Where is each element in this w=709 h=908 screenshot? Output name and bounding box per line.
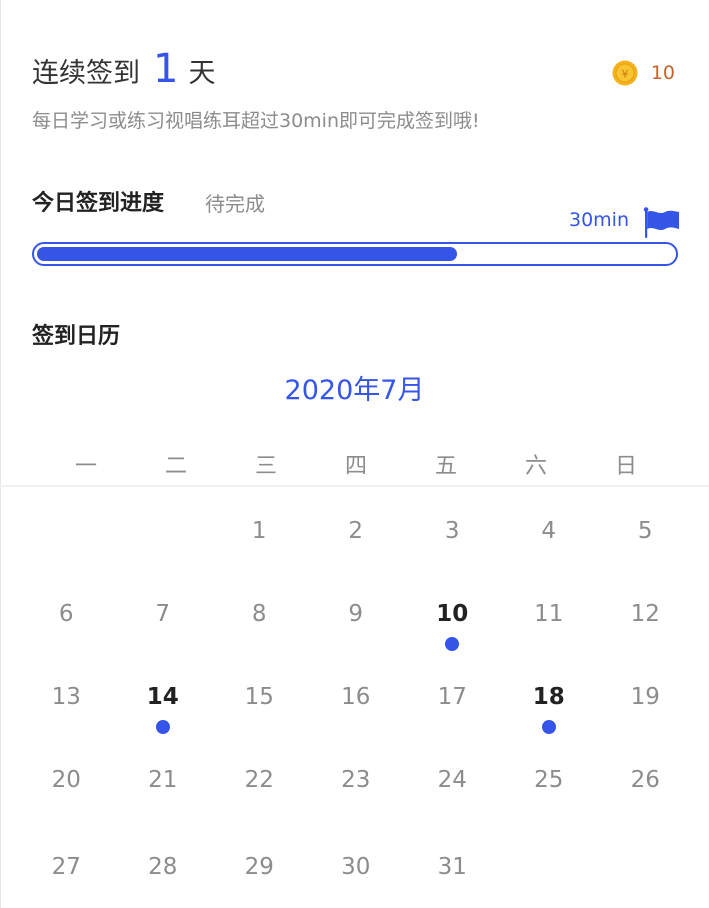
day-number: 26: [630, 767, 660, 793]
day-number: 18: [532, 684, 565, 710]
day-number: 16: [341, 684, 371, 710]
day-cell[interactable]: 13: [18, 671, 115, 754]
calendar-month-label: 2020年7月: [284, 375, 425, 406]
streak-suffix: 天: [188, 58, 216, 89]
day-number: 17: [437, 684, 467, 710]
weekday-header: 一二三四五六日: [41, 448, 671, 480]
day-number: 11: [534, 601, 564, 627]
day-number: 25: [534, 767, 564, 793]
day-number: 13: [51, 684, 81, 710]
day-cell[interactable]: 22: [211, 754, 308, 841]
day-cell[interactable]: 27: [18, 841, 115, 893]
day-cell[interactable]: 21: [115, 754, 212, 841]
weekday-label: 五: [434, 454, 457, 479]
weekday-label: 六: [524, 454, 547, 479]
day-number: 8: [251, 601, 267, 627]
day-number: 27: [51, 854, 81, 880]
weekday-label: 日: [614, 454, 637, 479]
day-cell[interactable]: 30: [308, 841, 405, 893]
day-cell[interactable]: 24: [404, 754, 501, 841]
day-cell[interactable]: 1: [211, 505, 308, 588]
day-number: 24: [437, 767, 467, 793]
day-cell[interactable]: 29: [211, 841, 308, 893]
weekday-divider: [0, 485, 709, 487]
progress-bar-fill: [37, 247, 457, 261]
day-number: 31: [437, 854, 467, 880]
day-cell[interactable]: 23: [308, 754, 405, 841]
day-number: 4: [541, 518, 557, 544]
day-cell[interactable]: 19: [597, 671, 694, 754]
day-cell[interactable]: 31: [404, 841, 501, 893]
coin-balance[interactable]: ¥ 10: [612, 60, 675, 86]
weekday-label: 一: [74, 454, 97, 479]
day-cell[interactable]: 26: [597, 754, 694, 841]
coin-count: 10: [650, 62, 675, 84]
weekday-label: 二: [164, 454, 187, 479]
day-number: 28: [148, 854, 178, 880]
day-cell[interactable]: 11: [501, 588, 598, 671]
flag-icon: [643, 207, 679, 238]
progress-bar: [32, 242, 678, 266]
day-cell[interactable]: 14: [115, 671, 212, 754]
day-cell[interactable]: 8: [211, 588, 308, 671]
streak-count: 1: [153, 46, 179, 92]
day-cell-empty: [115, 505, 212, 588]
weekday-label: 四: [344, 454, 367, 479]
day-cell[interactable]: 6: [18, 588, 115, 671]
day-cell[interactable]: 9: [308, 588, 405, 671]
day-number: 19: [630, 684, 660, 710]
coin-icon: ¥: [612, 60, 638, 86]
day-number: 3: [444, 518, 460, 544]
day-cell[interactable]: 25: [501, 754, 598, 841]
weekday-label: 三: [254, 454, 277, 479]
day-cell[interactable]: 4: [501, 505, 598, 588]
day-cell[interactable]: 5: [597, 505, 694, 588]
streak-heading: 连续签到 1 天: [32, 46, 215, 96]
day-cell-empty: [18, 505, 115, 588]
calendar-title: 签到日历: [32, 324, 121, 349]
day-number: 9: [348, 601, 364, 627]
day-cell[interactable]: 20: [18, 754, 115, 841]
day-number: 15: [244, 684, 274, 710]
day-number: 6: [58, 601, 74, 627]
checked-in-dot: [155, 720, 170, 734]
day-number: 1: [251, 518, 267, 544]
day-cell[interactable]: 28: [115, 841, 212, 893]
day-number: 2: [348, 518, 364, 544]
day-cell[interactable]: 12: [597, 588, 694, 671]
day-cell[interactable]: 16: [308, 671, 405, 754]
day-number: 29: [244, 854, 274, 880]
checked-in-dot: [541, 720, 556, 734]
day-cell[interactable]: 3: [404, 505, 501, 588]
day-number: 12: [630, 601, 660, 627]
streak-prefix: 连续签到: [32, 58, 140, 89]
day-number: 7: [155, 601, 171, 627]
progress-target-label: 30min: [569, 209, 630, 231]
day-number: 14: [146, 684, 179, 710]
page-left-border: [0, 0, 1, 908]
day-cell[interactable]: 18: [501, 671, 598, 754]
svg-text:¥: ¥: [621, 68, 628, 81]
progress-status: 待完成: [205, 192, 265, 216]
day-number: 5: [637, 518, 653, 544]
day-number: 21: [148, 767, 178, 793]
day-number: 10: [436, 601, 469, 627]
day-cell[interactable]: 17: [404, 671, 501, 754]
day-cell[interactable]: 7: [115, 588, 212, 671]
day-number: 20: [51, 767, 81, 793]
day-cell[interactable]: 2: [308, 505, 405, 588]
day-number: 22: [244, 767, 274, 793]
progress-title: 今日签到进度: [32, 191, 165, 216]
checkin-hint: 每日学习或练习视唱练耳超过30min即可完成签到哦!: [32, 110, 480, 132]
day-number: 30: [341, 854, 371, 880]
checked-in-dot: [445, 637, 460, 651]
day-number: 23: [341, 767, 371, 793]
calendar-day-grid: 1 2 3 4 5 6 7 8 9 10 11 12 13 14 15 16 17 18 19 20 21 22 23 24 2…: [18, 505, 694, 893]
day-cell[interactable]: 15: [211, 671, 308, 754]
day-cell[interactable]: 10: [404, 588, 501, 671]
